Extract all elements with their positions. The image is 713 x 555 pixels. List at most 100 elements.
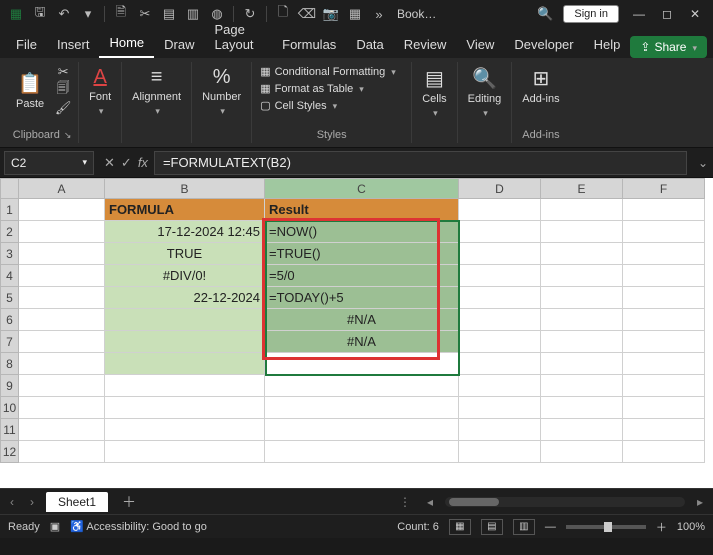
qat-icon-2[interactable]: ▤ [159, 4, 179, 24]
zoom-slider[interactable] [566, 525, 646, 529]
macro-icon[interactable]: ▣ [50, 520, 60, 533]
search-icon[interactable]: 🔍 [535, 4, 555, 24]
qat-icon-6[interactable]: 🗋 [273, 4, 293, 24]
number-button[interactable]: %Number [198, 64, 245, 119]
cell-c3[interactable]: =TRUE() [265, 243, 459, 265]
cell-b1[interactable]: FORMULA [105, 199, 265, 221]
qat-more-icon[interactable]: » [369, 4, 389, 24]
add-sheet-icon[interactable]: ＋ [116, 492, 142, 512]
tab-help[interactable]: Help [584, 31, 631, 58]
cell-b4[interactable]: #DIV/0! [105, 265, 265, 287]
zoom-out-icon[interactable]: — [545, 521, 556, 533]
cells-button[interactable]: ▤Cells [418, 64, 450, 121]
cell-b7[interactable] [105, 331, 265, 353]
row-header[interactable]: 12 [1, 441, 19, 463]
undo-icon[interactable]: ↶ [54, 4, 74, 24]
camera-icon[interactable]: 📷 [321, 4, 341, 24]
sheet-nav-prev-icon[interactable]: ‹ [6, 495, 18, 509]
qat-icon-7[interactable]: ⌫ [297, 4, 317, 24]
sheet-tab[interactable]: Sheet1 [46, 492, 108, 512]
cell-b6[interactable] [105, 309, 265, 331]
redo-icon[interactable]: ▾ [78, 4, 98, 24]
cell-b8[interactable] [105, 353, 265, 375]
cell-c5[interactable]: =TODAY()+5 [265, 287, 459, 309]
col-header-b[interactable]: B [105, 179, 265, 199]
cell-b3[interactable]: TRUE [105, 243, 265, 265]
row-header[interactable]: 6 [1, 309, 19, 331]
col-header-e[interactable]: E [541, 179, 623, 199]
share-button[interactable]: ⇪Share [630, 36, 707, 58]
cell-styles-button[interactable]: ▢Cell Styles [258, 98, 398, 113]
col-header-f[interactable]: F [623, 179, 705, 199]
page-break-view-icon[interactable]: ▥ [513, 519, 535, 535]
format-as-table-button[interactable]: ▦Format as Table [258, 81, 398, 96]
tab-view[interactable]: View [456, 31, 504, 58]
row-header[interactable]: 3 [1, 243, 19, 265]
sheet-menu-icon[interactable]: ⋮ [395, 495, 415, 509]
row-header[interactable]: 2 [1, 221, 19, 243]
select-all-corner[interactable] [1, 179, 19, 199]
row-header[interactable]: 1 [1, 199, 19, 221]
addins-button[interactable]: ⊞Add-ins [518, 64, 563, 107]
tab-home[interactable]: Home [99, 29, 154, 58]
sheet-nav-next-icon[interactable]: › [26, 495, 38, 509]
tab-developer[interactable]: Developer [504, 31, 583, 58]
tab-file[interactable]: File [6, 31, 47, 58]
maximize-icon[interactable]: ◻ [653, 0, 681, 28]
font-button[interactable]: AFont [85, 64, 115, 119]
cell-c2[interactable]: =NOW() [265, 221, 459, 243]
col-header-d[interactable]: D [459, 179, 541, 199]
row-header[interactable]: 11 [1, 419, 19, 441]
tab-page-layout[interactable]: Page Layout [205, 16, 273, 58]
scroll-thumb[interactable] [449, 498, 499, 506]
qat-icon-8[interactable]: ▦ [345, 4, 365, 24]
row-header[interactable]: 4 [1, 265, 19, 287]
tab-insert[interactable]: Insert [47, 31, 100, 58]
cut-icon[interactable]: ✂ [135, 4, 155, 24]
paste-button[interactable]: 📋Paste [12, 69, 48, 112]
tab-review[interactable]: Review [394, 31, 457, 58]
cell-c6[interactable]: #N/A [265, 309, 459, 331]
horizontal-scrollbar[interactable] [445, 497, 685, 507]
zoom-thumb[interactable] [604, 522, 612, 532]
qat-icon-3[interactable]: ▥ [183, 4, 203, 24]
col-header-c[interactable]: C [265, 179, 459, 199]
enter-formula-icon[interactable]: ✓ [121, 155, 132, 171]
name-box[interactable]: C2▾ [4, 151, 94, 175]
qat-icon-1[interactable]: 🗎 [111, 4, 131, 24]
row-header[interactable]: 9 [1, 375, 19, 397]
row-header[interactable]: 8 [1, 353, 19, 375]
worksheet-grid[interactable]: A B C D E F 1FORMULAResult 217-12-2024 1… [0, 178, 713, 488]
cell-c8[interactable] [265, 353, 459, 375]
minimize-icon[interactable]: — [625, 0, 653, 28]
cell-b2[interactable]: 17-12-2024 12:45 [105, 221, 265, 243]
accessibility-status[interactable]: ♿ Accessibility: Good to go [70, 520, 207, 533]
formula-input[interactable]: =FORMULATEXT(B2) [154, 151, 687, 175]
close-icon[interactable]: ✕ [681, 0, 709, 28]
row-header[interactable]: 10 [1, 397, 19, 419]
row-header[interactable]: 5 [1, 287, 19, 309]
cell-c4[interactable]: =5/0 [265, 265, 459, 287]
page-layout-view-icon[interactable]: ▤ [481, 519, 503, 535]
row-header[interactable]: 7 [1, 331, 19, 353]
cell-b5[interactable]: 22-12-2024 [105, 287, 265, 309]
zoom-level[interactable]: 100% [677, 521, 705, 533]
normal-view-icon[interactable]: ▦ [449, 519, 471, 535]
tab-data[interactable]: Data [346, 31, 393, 58]
cancel-formula-icon[interactable]: ✕ [104, 155, 115, 171]
cut-small-icon[interactable]: ✂ [54, 64, 72, 80]
tab-draw[interactable]: Draw [154, 31, 204, 58]
fx-icon[interactable]: fx [138, 155, 148, 170]
conditional-formatting-button[interactable]: ▦Conditional Formatting [258, 64, 398, 79]
scroll-left-icon[interactable]: ◂ [423, 495, 437, 509]
tab-formulas[interactable]: Formulas [272, 31, 346, 58]
col-header-a[interactable]: A [19, 179, 105, 199]
copy-icon[interactable]: 🗐 [54, 82, 72, 98]
format-painter-icon[interactable]: 🖌 [54, 100, 72, 116]
cell-c7[interactable]: #N/A [265, 331, 459, 353]
save-icon[interactable]: 🖫 [30, 4, 50, 24]
alignment-button[interactable]: ≡Alignment [128, 64, 185, 119]
sign-in-button[interactable]: Sign in [563, 5, 619, 23]
dialog-launcher-icon[interactable]: ↘ [64, 130, 72, 141]
expand-formula-icon[interactable]: ⌄ [693, 156, 713, 170]
